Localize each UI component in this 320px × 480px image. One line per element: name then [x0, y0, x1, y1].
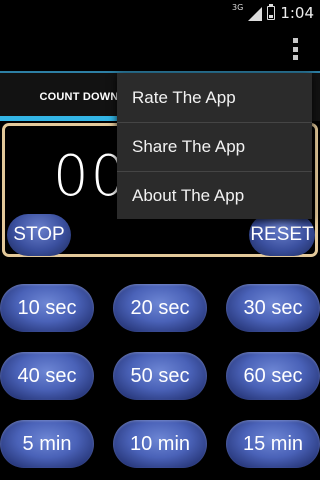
preset-20-sec-button[interactable]: 20 sec: [113, 284, 207, 332]
reset-button[interactable]: RESET: [249, 214, 315, 256]
menu-item-share-app[interactable]: Share The App: [117, 122, 312, 171]
preset-30-sec-button[interactable]: 30 sec: [226, 284, 320, 332]
status-bar: 3G 1:04: [0, 0, 320, 25]
preset-60-sec-button[interactable]: 60 sec: [226, 352, 320, 400]
preset-40-sec-button[interactable]: 40 sec: [0, 352, 94, 400]
signal-icon: [248, 6, 263, 21]
battery-icon: [267, 3, 276, 20]
preset-15-min-button[interactable]: 15 min: [226, 420, 320, 468]
overflow-menu-icon[interactable]: [290, 38, 300, 60]
tab-label: COUNT DOWN: [39, 91, 119, 103]
status-time: 1:04: [280, 3, 314, 22]
menu-item-rate-app[interactable]: Rate The App: [117, 73, 312, 122]
preset-10-min-button[interactable]: 10 min: [113, 420, 207, 468]
preset-50-sec-button[interactable]: 50 sec: [113, 352, 207, 400]
stop-button[interactable]: STOP: [7, 214, 71, 256]
preset-10-sec-button[interactable]: 10 sec: [0, 284, 94, 332]
menu-item-about-app[interactable]: About The App: [117, 171, 312, 220]
overflow-menu: Rate The App Share The App About The App: [117, 73, 312, 219]
preset-5-min-button[interactable]: 5 min: [0, 420, 94, 468]
action-bar: [0, 25, 320, 72]
network-type: 3G: [232, 3, 244, 12]
